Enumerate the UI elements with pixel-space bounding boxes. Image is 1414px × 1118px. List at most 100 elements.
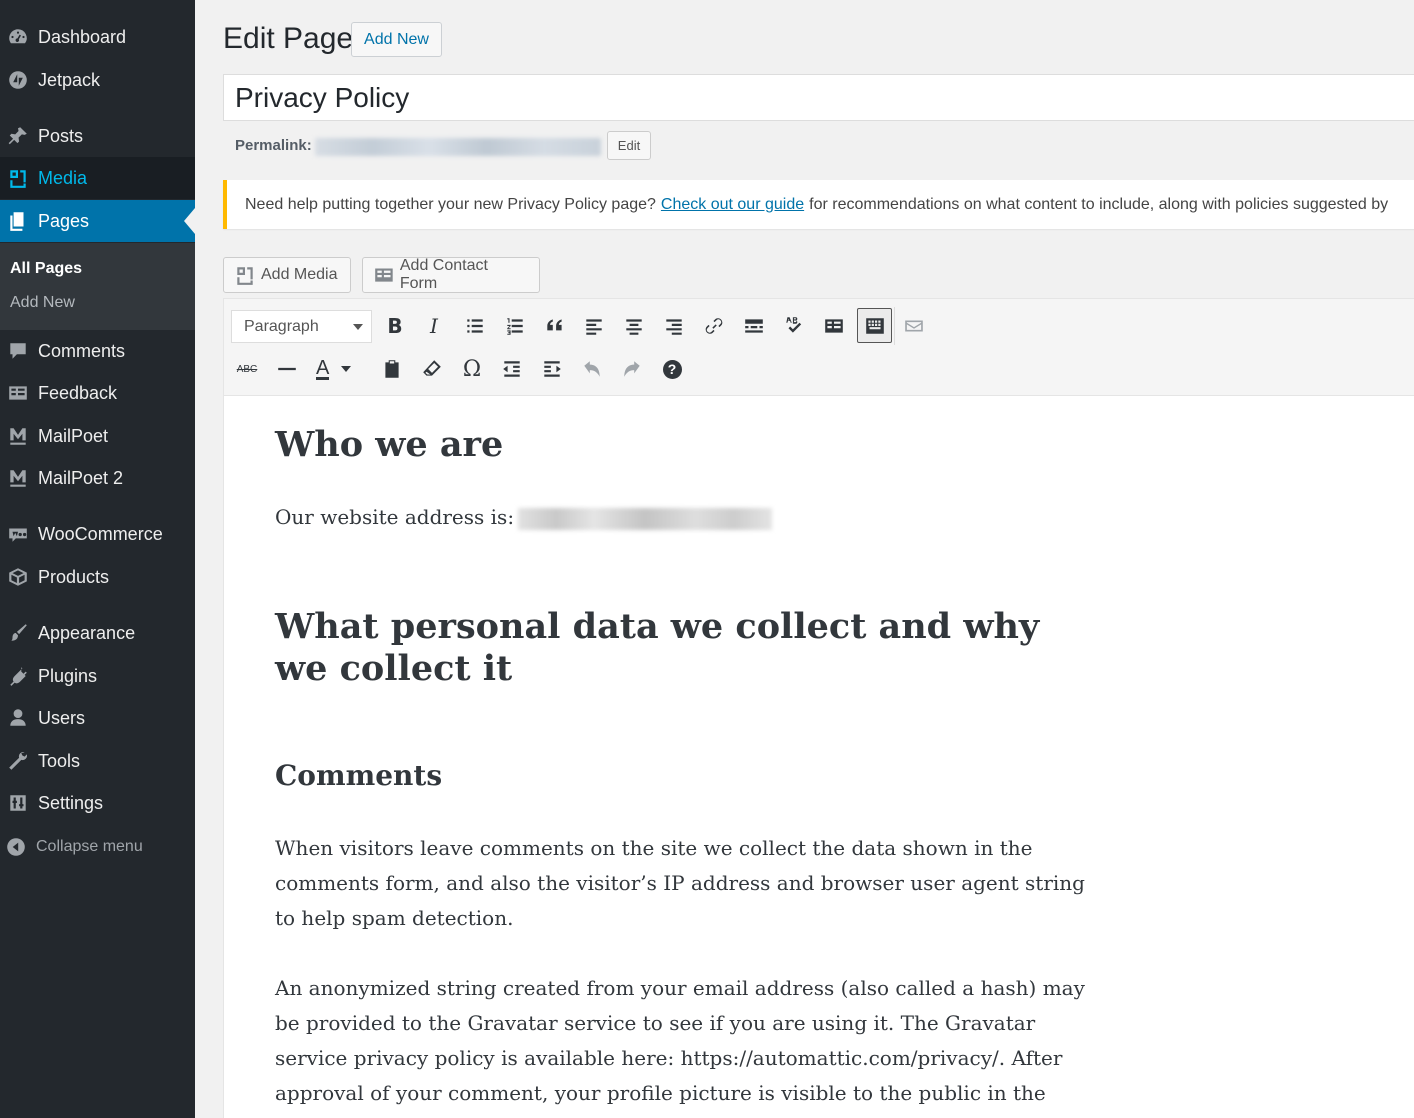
- bulleted-list-button[interactable]: [458, 309, 492, 343]
- media-icon: [237, 267, 253, 285]
- help-icon: ?: [662, 359, 682, 379]
- paintbrush-icon: [0, 622, 38, 644]
- admin-sidebar: Dashboard Jetpack Posts Media Pages All …: [0, 0, 195, 1118]
- notice-text-before: Need help putting together your new Priv…: [245, 195, 656, 213]
- sidebar-item-label: Jetpack: [38, 69, 101, 90]
- indent-icon: [544, 361, 561, 377]
- sidebar-item-woocommerce[interactable]: WooCommerce: [0, 513, 195, 555]
- website-address-redacted: [518, 507, 773, 530]
- paste-as-text-button[interactable]: [375, 352, 409, 386]
- check-out-guide-link[interactable]: Check out our guide: [661, 196, 804, 214]
- bold-button[interactable]: B: [378, 309, 412, 343]
- add-media-label: Add Media: [261, 266, 338, 283]
- align-right-button[interactable]: [657, 309, 691, 343]
- chevron-down-icon: [341, 366, 352, 372]
- jetpack-icon: [0, 69, 38, 91]
- toolbar-separator: [894, 307, 895, 345]
- dashboard-icon: [0, 26, 38, 48]
- sidebar-item-label: MailPoet: [38, 425, 109, 446]
- pages-icon: [0, 210, 38, 232]
- insert-contact-form-button[interactable]: [817, 309, 851, 343]
- numbered-list-button[interactable]: [498, 309, 532, 343]
- sidebar-item-feedback[interactable]: Feedback: [0, 372, 195, 414]
- indent-button[interactable]: [535, 352, 569, 386]
- sidebar-item-pages[interactable]: Pages: [0, 200, 195, 242]
- sidebar-item-appearance[interactable]: Appearance: [0, 612, 195, 654]
- plug-icon: [0, 665, 38, 687]
- submenu-add-new[interactable]: Add New: [10, 294, 75, 312]
- horizontal-line-button[interactable]: [270, 352, 304, 386]
- clear-formatting-button[interactable]: [415, 352, 449, 386]
- media-icon: [0, 167, 38, 189]
- woocommerce-icon: [0, 523, 38, 545]
- sidebar-item-products[interactable]: Products: [0, 556, 195, 598]
- pin-icon: [0, 125, 38, 147]
- sidebar-item-plugins[interactable]: Plugins: [0, 655, 195, 697]
- add-contact-form-button[interactable]: Add Contact Form: [362, 257, 540, 293]
- collapse-menu-label: Collapse menu: [36, 838, 143, 855]
- sidebar-item-media[interactable]: Media: [0, 157, 195, 199]
- add-media-button[interactable]: Add Media: [223, 257, 351, 293]
- blockquote-icon: [547, 319, 562, 331]
- sidebar-item-posts[interactable]: Posts: [0, 115, 195, 157]
- sidebar-item-label: Settings: [38, 792, 104, 813]
- permalink-url-redacted[interactable]: [315, 138, 601, 156]
- redo-button[interactable]: [615, 352, 649, 386]
- content-heading-comments: Comments: [275, 759, 443, 792]
- special-character-button[interactable]: Ω: [455, 352, 489, 386]
- content-heading-personal-data: What personal data we collect and why we…: [275, 606, 1040, 689]
- spellcheck-button[interactable]: [777, 309, 811, 343]
- outdent-button[interactable]: [495, 352, 529, 386]
- sidebar-item-comments[interactable]: Comments: [0, 330, 195, 372]
- read-more-button[interactable]: [737, 309, 771, 343]
- blockquote-button[interactable]: [538, 309, 572, 343]
- undo-button[interactable]: [575, 352, 609, 386]
- insert-link-button[interactable]: [697, 309, 731, 343]
- horizontal-line-icon: [278, 367, 296, 371]
- help-button[interactable]: ?: [655, 352, 689, 386]
- sidebar-item-label: Posts: [38, 125, 84, 146]
- text-color-button[interactable]: A: [310, 352, 362, 386]
- read-more-icon: [745, 319, 763, 333]
- sidebar-item-label: MailPoet 2: [38, 467, 124, 488]
- edit-permalink-button[interactable]: Edit: [607, 131, 651, 160]
- clear-formatting-icon: [423, 360, 441, 376]
- align-left-icon: [586, 319, 602, 335]
- bulleted-list-icon: [467, 319, 483, 333]
- strikethrough-icon: ABC: [236, 363, 258, 375]
- sidebar-item-mailpoet-2[interactable]: MailPoet 2: [0, 457, 195, 499]
- feedback-icon: [0, 382, 38, 404]
- sidebar-item-jetpack[interactable]: Jetpack: [0, 59, 195, 101]
- comment-bubble-icon: [0, 340, 38, 362]
- notice-text-after: for recommendations on what content to i…: [809, 195, 1389, 213]
- sidebar-item-mailpoet[interactable]: MailPoet: [0, 415, 195, 457]
- submenu-all-pages[interactable]: All Pages: [10, 260, 82, 278]
- sidebar-item-label: WooCommerce: [38, 523, 163, 544]
- post-title-input[interactable]: Privacy Policy: [223, 74, 1414, 121]
- format-select-value: Paragraph: [244, 317, 319, 335]
- italic-button[interactable]: I: [417, 309, 451, 343]
- contact-form-icon: [825, 319, 843, 333]
- privacy-policy-notice: Need help putting together your new Priv…: [223, 180, 1414, 229]
- strikethrough-button[interactable]: ABC: [230, 352, 264, 386]
- sidebar-item-settings[interactable]: Settings: [0, 782, 195, 824]
- content-editor: Paragraph B I ABC A Ω ? Who we are Our w…: [223, 298, 1414, 1118]
- add-contact-form-label: Add Contact Form: [399, 257, 488, 292]
- align-center-icon: [626, 319, 642, 335]
- sidebar-item-tools[interactable]: Tools: [0, 740, 195, 782]
- align-center-button[interactable]: [617, 309, 651, 343]
- text-color-icon: A: [316, 356, 330, 380]
- sidebar-item-label: Tools: [38, 750, 81, 771]
- sliders-icon: [0, 792, 38, 814]
- align-left-button[interactable]: [577, 309, 611, 343]
- sidebar-item-users[interactable]: Users: [0, 697, 195, 739]
- collapse-menu-button[interactable]: Collapse menu: [0, 826, 195, 868]
- bold-icon: B: [387, 314, 403, 338]
- mail-button[interactable]: [897, 309, 931, 343]
- sidebar-item-dashboard[interactable]: Dashboard: [0, 16, 195, 58]
- sidebar-item-label: Feedback: [38, 382, 118, 403]
- link-icon: [705, 318, 723, 334]
- paragraph-format-select[interactable]: Paragraph: [231, 310, 372, 343]
- add-new-page-button[interactable]: Add New: [351, 22, 442, 57]
- toolbar-toggle-button[interactable]: [857, 308, 892, 343]
